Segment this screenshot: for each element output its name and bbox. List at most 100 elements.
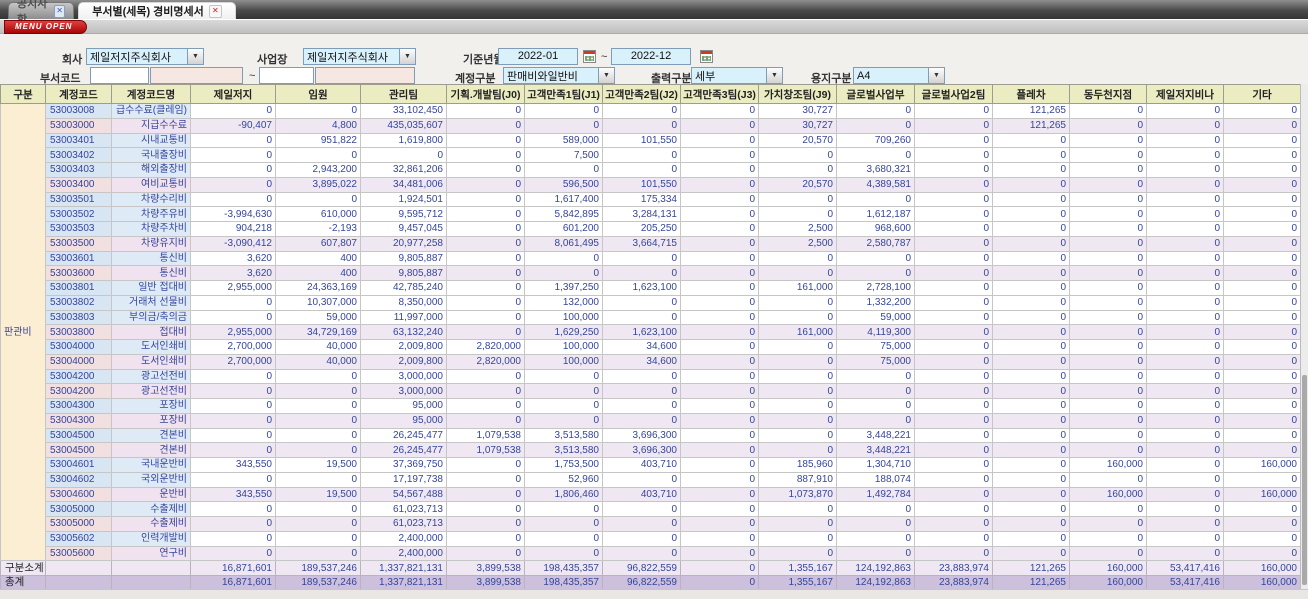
table-row[interactable]: 53005600 연구비 0 0 2,400,000 0 0 0 0 0 0 0 0 0 0 0 bbox=[1, 545, 1301, 562]
value-cell: 0 bbox=[758, 412, 837, 429]
table-row[interactable]: 53004000 도서인쇄비 2,700,000 40,000 2,009,800 2,8… bbox=[1, 339, 1301, 355]
value-cell: 0 bbox=[914, 471, 993, 488]
footer-value-cell: 198,435,357 bbox=[524, 560, 603, 576]
value-cell: 0 bbox=[446, 235, 525, 252]
value-cell: 0 bbox=[524, 383, 603, 399]
value-cell: 0 bbox=[1069, 501, 1147, 517]
value-cell: 19,500 bbox=[275, 486, 361, 503]
account-code-cell: 53003600 bbox=[45, 265, 112, 281]
table-row[interactable]: 53003601 통신비 3,620 400 9,805,887 0 0 0 0 0 0 0 0 0 0 0 bbox=[1, 250, 1301, 267]
table-row[interactable]: 53005000 수출제비 0 0 61,023,713 0 0 0 0 0 0 0 0 0 0 0 bbox=[1, 501, 1301, 517]
footer-value-cell: 160,000 bbox=[1069, 560, 1147, 576]
account-code-cell: 53004300 bbox=[45, 412, 112, 429]
table-row[interactable]: 53004300 포장비 0 0 95,000 0 0 0 0 0 0 0 0 0 0 0 bbox=[1, 412, 1301, 429]
value-cell: 0 bbox=[836, 265, 915, 281]
value-cell: 0 bbox=[602, 545, 681, 562]
table-row[interactable]: 53004200 광고선전비 0 0 3,000,000 0 0 0 0 0 0 0 0 0 0 0 bbox=[1, 383, 1301, 399]
table-row[interactable]: 53003400 여비교통비 0 3,895,022 34,481,006 0 596,50… bbox=[1, 176, 1301, 193]
value-cell: 0 bbox=[1223, 501, 1301, 517]
footer-value-cell: 23,883,974 bbox=[914, 560, 993, 576]
table-row[interactable]: 53003801 일반 접대비 2,955,000 24,363,169 42,785,… bbox=[1, 280, 1301, 296]
workplace-select[interactable]: 제일저지주식회사 ▼ bbox=[303, 48, 416, 65]
value-cell: 9,805,887 bbox=[360, 265, 447, 281]
value-cell: 0 bbox=[992, 530, 1070, 547]
tab-expense-report[interactable]: 부서별(세목) 경비명세서 ✕ bbox=[78, 2, 236, 19]
value-cell: 0 bbox=[1223, 309, 1301, 326]
value-cell: 9,805,887 bbox=[360, 250, 447, 267]
value-cell: 0 bbox=[1223, 383, 1301, 399]
value-cell: 0 bbox=[836, 501, 915, 517]
table-row[interactable]: 53003403 해외출장비 0 2,943,200 32,861,206 0 0 0 0 0 3,… bbox=[1, 162, 1301, 178]
company-select[interactable]: 제일저지주식회사 ▼ bbox=[86, 48, 204, 65]
table-row[interactable]: 53004000 도서인쇄비 2,700,000 40,000 2,009,800 2,8… bbox=[1, 353, 1301, 370]
account-name-cell: 차량수리비 bbox=[111, 191, 191, 208]
vertical-scrollbar[interactable] bbox=[1300, 84, 1308, 589]
menu-open-button[interactable]: MENU OPEN bbox=[4, 20, 88, 34]
tab-close-icon[interactable]: ✕ bbox=[54, 4, 65, 18]
value-cell: 904,218 bbox=[190, 221, 276, 237]
value-cell: 0 bbox=[680, 353, 759, 370]
table-row[interactable]: 53004602 국외운반비 0 0 17,197,738 0 52,960 0 0 887,91… bbox=[1, 471, 1301, 488]
table-row[interactable]: 53004601 국내운반비 343,550 19,500 37,369,750 0 1,7… bbox=[1, 457, 1301, 473]
table-row[interactable]: 53003401 시내교통비 0 951,822 1,619,800 0 589,000 10… bbox=[1, 132, 1301, 149]
calendar-icon[interactable] bbox=[583, 50, 596, 63]
table-row[interactable]: 53004600 운반비 343,550 19,500 54,567,488 0 1,806… bbox=[1, 486, 1301, 503]
period-to-input[interactable]: 2022-12 bbox=[611, 48, 691, 65]
table-row[interactable]: 53003503 차량주차비 904,218 -2,193 9,457,045 0 601,… bbox=[1, 221, 1301, 237]
table-row[interactable]: 판관비 53003008 급수수료(클레임) 0 0 33,102,450 0 0 0 0 30,7… bbox=[0, 102, 1301, 562]
table-row[interactable]: 53003803 부의금/축의금 0 59,000 11,997,000 0 100,000… bbox=[1, 309, 1301, 326]
value-cell: 0 bbox=[1223, 442, 1301, 458]
table-row[interactable]: 53003000 지급수수료 -90,407 4,800 435,035,607 0 0 0 0… bbox=[1, 117, 1301, 134]
value-cell: 0 bbox=[524, 501, 603, 517]
value-cell: 26,245,477 bbox=[360, 442, 447, 458]
table-row[interactable]: 53003500 차량유지비 -3,090,412 607,807 20,977,258… bbox=[1, 235, 1301, 252]
output-type-select[interactable]: 세부 ▼ bbox=[691, 67, 783, 84]
scrollbar-thumb[interactable] bbox=[1302, 375, 1307, 585]
value-cell: 0 bbox=[446, 486, 525, 503]
table-row[interactable]: 53004200 광고선전비 0 0 3,000,000 0 0 0 0 0 0 0 0 0 0 0 bbox=[1, 368, 1301, 385]
table-row[interactable]: 53004500 견본비 0 0 26,245,477 1,079,538 3,513,58… bbox=[1, 442, 1301, 458]
period-from-input[interactable]: 2022-01 bbox=[498, 48, 578, 65]
table-row[interactable]: 53003600 통신비 3,620 400 9,805,887 0 0 0 0 0 0 0 0 0 0 0 bbox=[1, 265, 1301, 281]
table-row[interactable]: 53004300 포장비 0 0 95,000 0 0 0 0 0 0 0 0 0 0 0 bbox=[1, 398, 1301, 414]
dept-name-to-input[interactable] bbox=[315, 67, 415, 84]
tab-notice[interactable]: 공지사항 ✕ bbox=[8, 0, 74, 26]
column-header-5: 관리팀 bbox=[360, 84, 447, 104]
paper-type-select[interactable]: A4 ▼ bbox=[853, 67, 945, 84]
table-row[interactable]: 53005602 인력개발비 0 0 2,400,000 0 0 0 0 0 0 0 0 0 0 0 bbox=[1, 530, 1301, 547]
table-row[interactable]: 53003402 국내출장비 0 0 0 0 7,500 0 0 0 0 0 0 0 0 0 bbox=[1, 147, 1301, 163]
value-cell: 1,924,501 bbox=[360, 191, 447, 208]
value-cell: 0 bbox=[190, 294, 276, 311]
table-row[interactable]: 53003501 차량수리비 0 0 1,924,501 0 1,617,400 175,33… bbox=[1, 191, 1301, 208]
value-cell: 42,785,240 bbox=[360, 280, 447, 296]
dept-code-to-input[interactable] bbox=[259, 67, 314, 84]
value-cell: 3,680,321 bbox=[836, 162, 915, 178]
table-row[interactable]: 53005000 수출제비 0 0 61,023,713 0 0 0 0 0 0 0 0 0 0 0 bbox=[1, 516, 1301, 532]
table-row[interactable]: 53003800 접대비 2,955,000 34,729,169 63,132,240… bbox=[1, 324, 1301, 340]
tab-expense-report-label: 부서별(세목) 경비명세서 bbox=[92, 6, 204, 18]
dept-name-from-input[interactable] bbox=[150, 67, 243, 84]
tab-close-icon[interactable]: ✕ bbox=[208, 4, 222, 18]
value-cell: 0 bbox=[914, 309, 993, 326]
account-code-cell: 53003601 bbox=[45, 250, 112, 267]
dept-code-from-input[interactable] bbox=[90, 67, 149, 84]
value-cell: 0 bbox=[836, 147, 915, 163]
table-row[interactable]: 53003802 거래처 선물비 0 10,307,000 8,350,000 0 132,… bbox=[1, 294, 1301, 311]
value-cell: 101,550 bbox=[602, 132, 681, 149]
value-cell: 0 bbox=[1146, 162, 1224, 178]
table-row[interactable]: 53004500 견본비 0 0 26,245,477 1,079,538 3,513,58… bbox=[1, 427, 1301, 444]
calendar-icon[interactable] bbox=[700, 50, 713, 63]
value-cell: 0 bbox=[1146, 132, 1224, 149]
table-row[interactable]: 53003502 차량주유비 -3,994,630 610,000 9,595,712 0… bbox=[1, 206, 1301, 222]
value-cell: 0 bbox=[758, 191, 837, 208]
value-cell: 0 bbox=[992, 427, 1070, 444]
account-code-cell: 53005602 bbox=[45, 530, 112, 547]
account-type-select[interactable]: 판매비와일반비 ▼ bbox=[503, 67, 615, 84]
value-cell: 0 bbox=[836, 250, 915, 267]
value-cell: 0 bbox=[914, 545, 993, 562]
account-code-cell: 53005600 bbox=[45, 545, 112, 562]
footer-value-cell: 1,355,167 bbox=[758, 560, 837, 576]
value-cell: 0 bbox=[446, 162, 525, 178]
value-cell: 0 bbox=[914, 206, 993, 222]
value-cell: 0 bbox=[1146, 427, 1224, 444]
